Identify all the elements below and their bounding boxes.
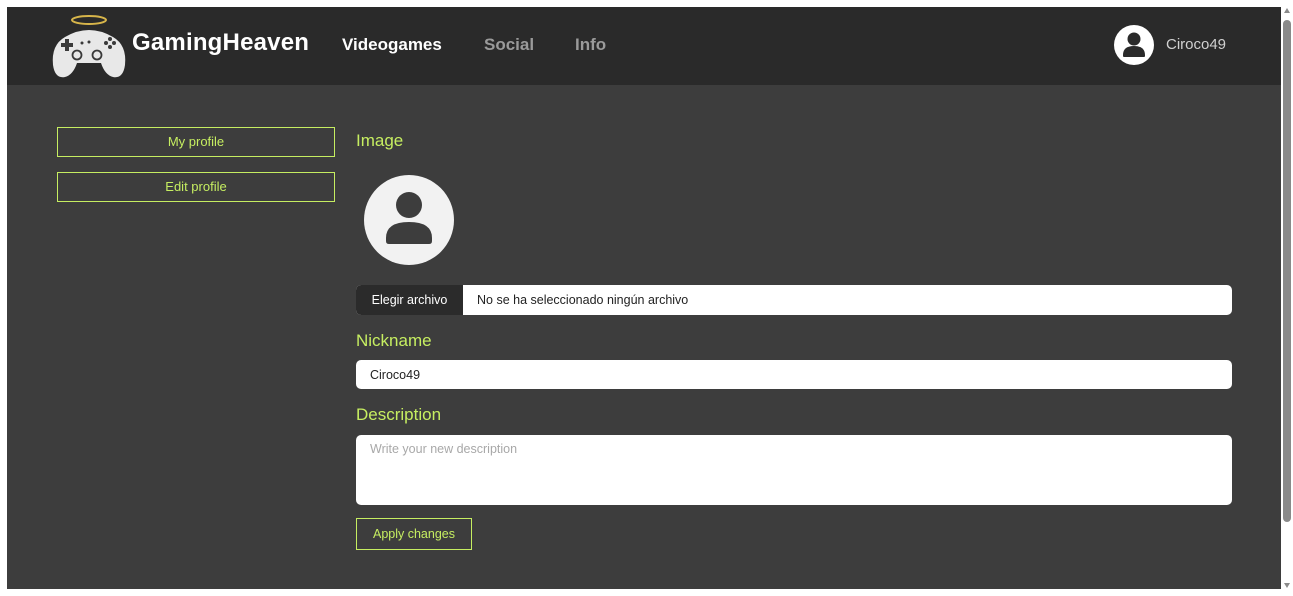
nav-link-videogames[interactable]: Videogames	[342, 35, 442, 55]
brand-name[interactable]: GamingHeaven	[132, 29, 309, 57]
nav-link-info[interactable]: Info	[575, 35, 606, 55]
top-navbar: GamingHeaven Videogames Social Info Ciro…	[7, 7, 1281, 85]
user-circle-icon	[1114, 25, 1154, 65]
file-status-text: No se ha seleccionado ningún archivo	[477, 293, 689, 307]
scroll-up-arrow-icon[interactable]	[1284, 8, 1290, 13]
sidebar-item-edit-profile[interactable]: Edit profile	[57, 172, 335, 202]
file-input[interactable]: Elegir archivo No se ha seleccionado nin…	[356, 285, 1232, 315]
user-name: Ciroco49	[1166, 36, 1227, 53]
scroll-thumb[interactable]	[1283, 20, 1291, 522]
app-frame: GamingHeaven Videogames Social Info Ciro…	[7, 7, 1281, 589]
nickname-label: Nickname	[356, 331, 432, 350]
description-label: Description	[356, 405, 442, 424]
choose-file-button[interactable]: Elegir archivo	[356, 285, 463, 315]
apply-changes-button[interactable]: Apply changes	[356, 518, 472, 550]
profile-avatar-icon	[364, 175, 454, 265]
scroll-down-arrow-icon[interactable]	[1284, 583, 1290, 588]
gamepad-halo-logo-icon[interactable]	[51, 13, 127, 79]
description-textarea[interactable]	[356, 435, 1232, 505]
page-scrollbar[interactable]	[1281, 0, 1293, 596]
image-section-label: Image	[356, 131, 404, 150]
nav-link-social[interactable]: Social	[484, 35, 534, 55]
sidebar-item-my-profile[interactable]: My profile	[57, 127, 335, 157]
nickname-input[interactable]	[356, 360, 1232, 389]
